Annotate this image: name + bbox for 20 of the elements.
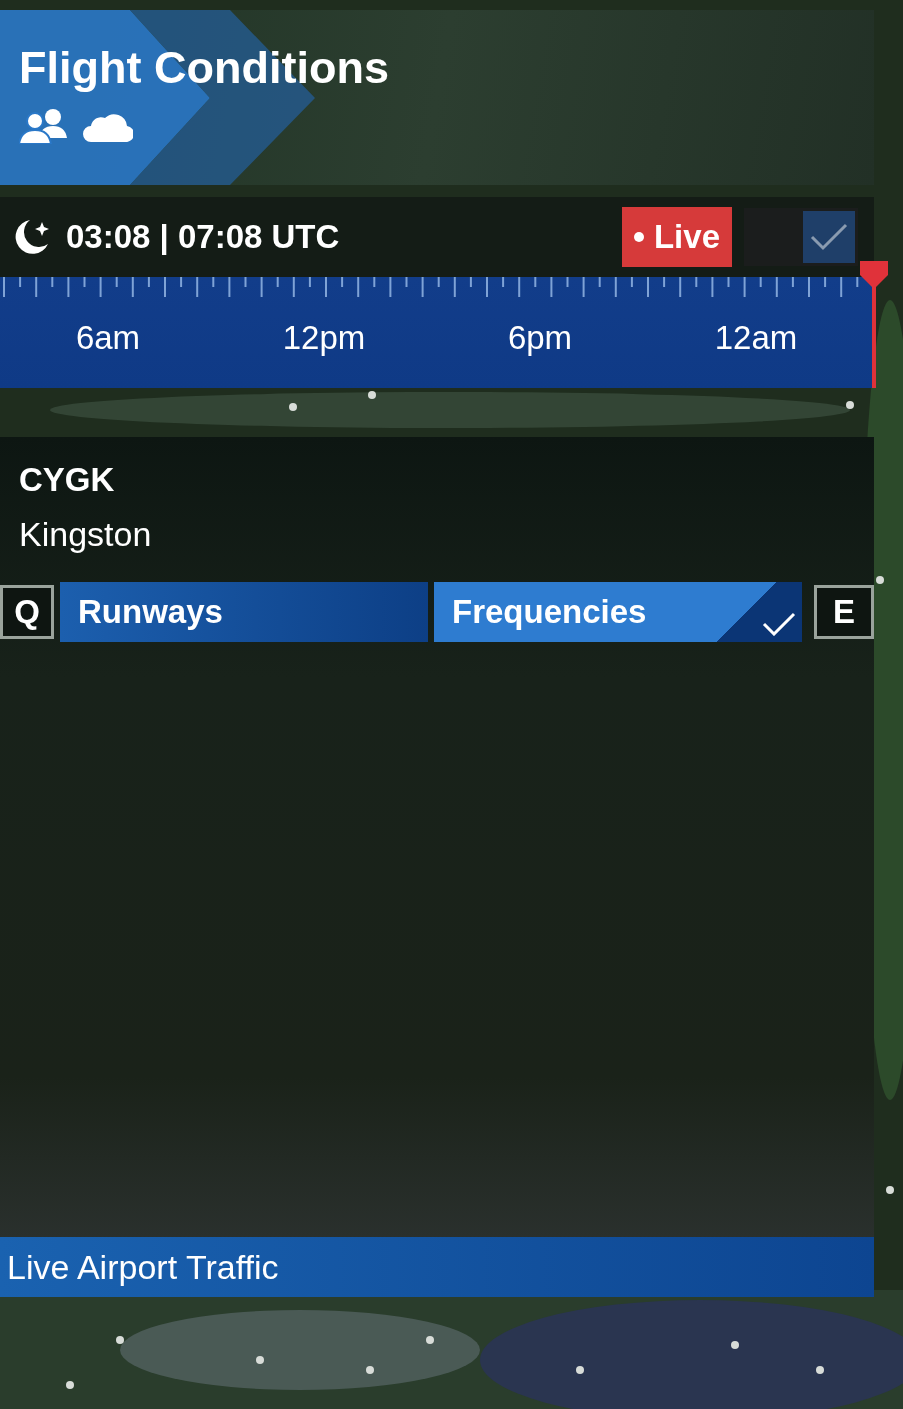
toggle-switch[interactable] xyxy=(744,208,858,266)
check-icon xyxy=(809,222,849,252)
time-marker[interactable] xyxy=(859,261,889,388)
footer-bar[interactable]: Live Airport Traffic xyxy=(0,1237,874,1297)
check-icon xyxy=(762,612,796,636)
panel-title: Flight Conditions xyxy=(19,42,390,94)
key-hint[interactable]: E xyxy=(814,585,874,639)
time-text: 03:08 | 07:08 UTC xyxy=(66,218,341,256)
time-label: 12am xyxy=(714,319,798,357)
time-label: 12pm xyxy=(282,319,366,357)
timeline-bar[interactable]: 6am 12pm 6pm 12am xyxy=(0,277,874,388)
airport-name: Kingston xyxy=(19,515,153,554)
key-hint[interactable]: Q xyxy=(0,585,54,639)
footer-title: Live Airport Traffic xyxy=(7,1247,279,1287)
tab[interactable]: Frequencies xyxy=(434,582,802,642)
tab[interactable]: Runways xyxy=(60,582,428,642)
live-button[interactable]: Live xyxy=(621,207,732,267)
time-label: 6pm xyxy=(507,319,573,357)
time-label: 6am xyxy=(75,319,141,357)
airport-code: CYGK xyxy=(19,461,116,499)
